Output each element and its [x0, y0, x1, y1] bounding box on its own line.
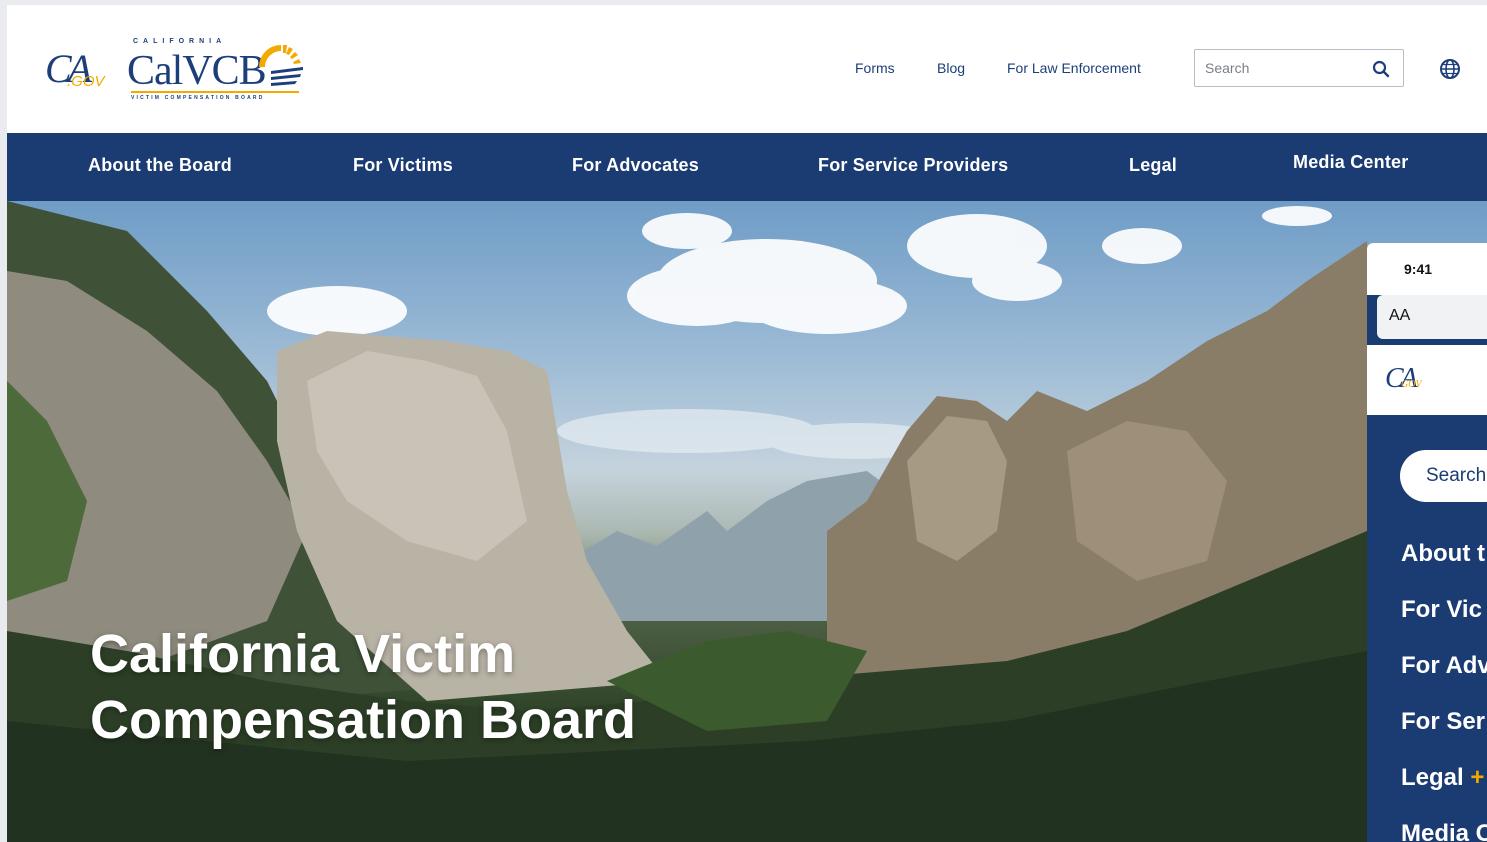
mobile-menu-for-service-providers[interactable]: For Ser: [1401, 708, 1485, 736]
mobile-preview: 9:41 AA CA GOV Search About t For Vic Fo…: [1367, 243, 1487, 842]
mobile-menu-for-victims[interactable]: For Vic: [1401, 596, 1482, 624]
mobile-menu-legal[interactable]: Legal +: [1401, 764, 1484, 792]
nav-for-advocates[interactable]: For Advocates: [572, 155, 699, 176]
page: CA .GOV CALIFORNIA CalVCB VICTIM COMPENS…: [7, 5, 1487, 842]
nav-for-victims[interactable]: For Victims: [353, 155, 453, 176]
nav-about-the-board[interactable]: About the Board: [88, 155, 232, 176]
nav-for-service-providers[interactable]: For Service Providers: [818, 155, 1008, 176]
hero-title: California Victim Compensation Board: [90, 621, 636, 753]
blog-link[interactable]: Blog: [937, 60, 965, 76]
search-input[interactable]: [1205, 58, 1365, 78]
hero-title-line-2: Compensation Board: [90, 690, 637, 750]
mobile-menu-media-center[interactable]: Media C: [1401, 820, 1487, 842]
law-enforcement-link[interactable]: For Law Enforcement: [1007, 60, 1141, 76]
gov-logo-text: .GOV: [67, 73, 105, 90]
ca-gov-logo[interactable]: CA .GOV: [45, 45, 107, 97]
forms-link[interactable]: Forms: [855, 60, 895, 76]
mobile-ca-gov-logo[interactable]: CA GOV: [1385, 363, 1422, 395]
mobile-gov-logo-text: GOV: [1401, 379, 1422, 390]
mobile-clock: 9:41: [1404, 261, 1433, 277]
mobile-logo-bar: CA GOV: [1367, 345, 1487, 415]
mobile-status-bar: 9:41: [1367, 243, 1487, 295]
mobile-menu-about[interactable]: About t: [1401, 540, 1485, 568]
hero-title-line-1: California Victim: [90, 624, 516, 684]
calvcb-logo-top: CALIFORNIA: [133, 38, 227, 45]
search-icon[interactable]: [1371, 59, 1391, 79]
mobile-search-label: Search: [1426, 465, 1487, 486]
mobile-address-bar[interactable]: AA: [1377, 295, 1487, 339]
hero-banner: California Victim Compensation Board: [7, 201, 1487, 842]
mobile-menu-for-advocates[interactable]: For Adv: [1401, 652, 1487, 680]
search-box: [1194, 49, 1404, 87]
globe-icon[interactable]: [1439, 58, 1461, 80]
calvcb-logo-name: CalVCB: [127, 48, 267, 94]
calvcb-logo-rule: [131, 91, 299, 93]
main-nav: About the Board For Victims For Advocate…: [7, 133, 1487, 201]
sun-icon: [259, 45, 303, 86]
text-size-button[interactable]: AA: [1389, 307, 1410, 325]
mobile-menu-legal-label: Legal: [1401, 764, 1464, 791]
site-header: CA .GOV CALIFORNIA CalVCB VICTIM COMPENS…: [7, 5, 1487, 133]
nav-legal[interactable]: Legal: [1129, 155, 1177, 176]
calvcb-logo-bottom: VICTIM COMPENSATION BOARD: [131, 95, 265, 101]
mobile-search-button[interactable]: Search: [1400, 450, 1487, 502]
calvcb-logo[interactable]: CALIFORNIA CalVCB VICTIM COMPENSATION BO…: [127, 35, 305, 105]
plus-icon: +: [1470, 764, 1485, 791]
nav-media-center[interactable]: Media Center: [1293, 152, 1408, 173]
